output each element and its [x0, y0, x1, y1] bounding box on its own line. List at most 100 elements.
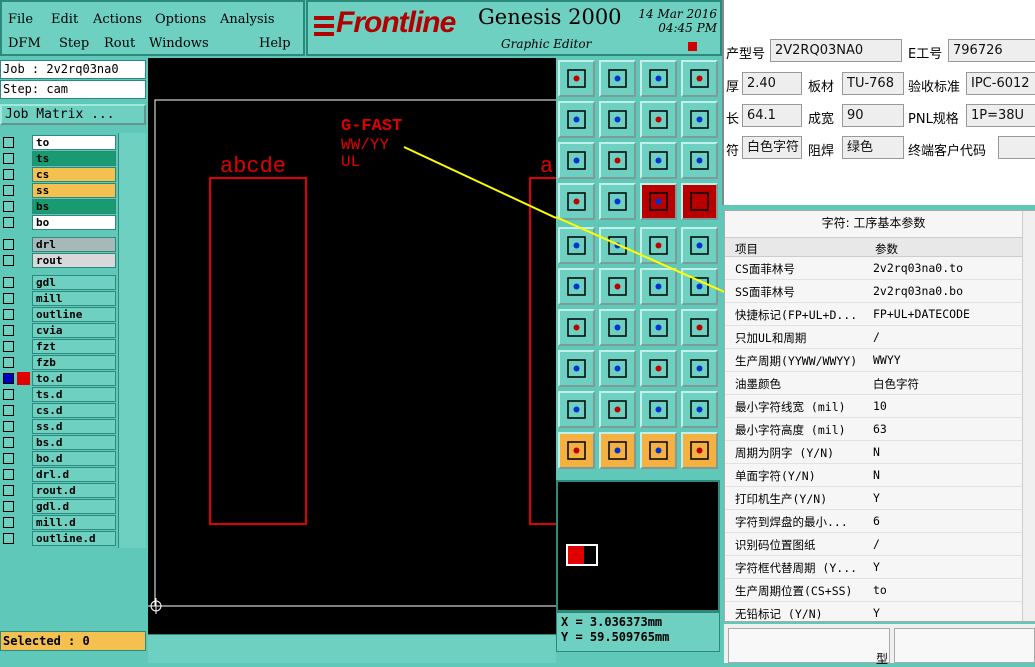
layer-checkbox[interactable]: [3, 501, 14, 512]
layer-name[interactable]: cs: [32, 167, 116, 182]
param-row[interactable]: 快捷标记(FP+UL+D... FP+UL+DATECODE: [725, 303, 1022, 326]
layer-name[interactable]: to.d: [32, 371, 116, 386]
home-icon[interactable]: [640, 60, 677, 97]
triangle-cross-icon[interactable]: [681, 391, 718, 428]
layer-row[interactable]: ss.d: [0, 419, 118, 434]
param-value[interactable]: 2v2rq03na0.to: [873, 261, 1019, 275]
layer-row[interactable]: fzb: [0, 355, 118, 370]
layer-row[interactable]: cs: [0, 167, 118, 182]
param-row[interactable]: 无铅标记 (Y/N) Y: [725, 602, 1022, 625]
menu-file[interactable]: File: [8, 12, 33, 27]
layer-name[interactable]: bo: [32, 215, 116, 230]
field-width[interactable]: 90: [842, 104, 904, 127]
minimap[interactable]: [556, 480, 720, 612]
layer-checkbox[interactable]: [3, 533, 14, 544]
layer-name[interactable]: fzt: [32, 339, 116, 354]
layer-name[interactable]: ts.d: [32, 387, 116, 402]
param-row[interactable]: 打印机生产(Y/N) Y: [725, 487, 1022, 510]
param-value[interactable]: /: [873, 330, 1019, 344]
param-value[interactable]: FP+UL+DATECODE: [873, 307, 1019, 321]
field-customer-code[interactable]: [998, 136, 1035, 159]
param-value[interactable]: Y: [873, 606, 1019, 620]
field-material[interactable]: TU-768: [842, 72, 904, 95]
param-row[interactable]: 最小字符高度 (mil) 63: [725, 418, 1022, 441]
layer-name[interactable]: to: [32, 135, 116, 150]
layer-name[interactable]: cvia: [32, 323, 116, 338]
layer-row[interactable]: gdl.d: [0, 499, 118, 514]
param-value[interactable]: N: [873, 468, 1019, 482]
layer-row[interactable]: gdl: [0, 275, 118, 290]
layer-row[interactable]: bo: [0, 215, 118, 230]
param-value[interactable]: 白色字符: [873, 376, 1019, 392]
minimap-viewport[interactable]: [566, 544, 598, 566]
layer-checkbox[interactable]: [3, 357, 14, 368]
menu-windows[interactable]: Windows: [149, 36, 209, 51]
layer-checkbox[interactable]: [3, 517, 14, 528]
layer-row[interactable]: mill.d: [0, 515, 118, 530]
layer-row[interactable]: fzt: [0, 339, 118, 354]
select-icon[interactable]: [558, 432, 595, 469]
layer-row[interactable]: cs.d: [0, 403, 118, 418]
layer-row[interactable]: ss: [0, 183, 118, 198]
layer-checkbox[interactable]: [3, 239, 14, 250]
layer-row[interactable]: ts.d: [0, 387, 118, 402]
param-row[interactable]: 字符到焊盘的最小... 6: [725, 510, 1022, 533]
menu-actions[interactable]: Actions: [93, 12, 142, 27]
menu-options[interactable]: Options: [155, 12, 206, 27]
layer-checkbox[interactable]: [3, 405, 14, 416]
layer-name[interactable]: fzb: [32, 355, 116, 370]
layer-checkbox[interactable]: [3, 309, 14, 320]
grid-view-icon[interactable]: [681, 60, 718, 97]
graphic-canvas[interactable]: abcde a G-FAST WW/YY UL: [148, 58, 556, 634]
select-box-icon[interactable]: [599, 432, 636, 469]
param-row[interactable]: 油墨颜色 白色字符: [725, 372, 1022, 395]
layer-name[interactable]: ss: [32, 183, 116, 198]
param-row[interactable]: SS面菲林号 2v2rq03na0.bo: [725, 280, 1022, 303]
layer-checkbox[interactable]: [3, 373, 14, 384]
layer-name[interactable]: rout.d: [32, 483, 116, 498]
layer-name[interactable]: bs.d: [32, 435, 116, 450]
layer-checkbox[interactable]: [3, 153, 14, 164]
layer-row[interactable]: to: [0, 135, 118, 150]
layer-row[interactable]: outline: [0, 307, 118, 322]
bottom-field-1[interactable]: [728, 628, 890, 663]
layer-checkbox[interactable]: [3, 485, 14, 496]
select-shape-icon[interactable]: [640, 432, 677, 469]
layer-row[interactable]: to.d: [0, 371, 118, 386]
param-row[interactable]: 生产周期(YYWW/WWYY) WWYY: [725, 349, 1022, 372]
param-row[interactable]: 单面字符(Y/N) N: [725, 464, 1022, 487]
layer-name[interactable]: mill.d: [32, 515, 116, 530]
param-value[interactable]: to: [873, 583, 1019, 597]
layer-name[interactable]: drl: [32, 237, 116, 252]
step-out-icon[interactable]: [599, 101, 636, 138]
field-model[interactable]: 2V2RQ03NA0: [770, 39, 902, 62]
field-char[interactable]: 白色字符: [742, 136, 802, 159]
layer-row[interactable]: rout: [0, 253, 118, 268]
layer-row[interactable]: bo.d: [0, 451, 118, 466]
param-value[interactable]: Y: [873, 560, 1019, 574]
layer-checkbox[interactable]: [3, 185, 14, 196]
layer-checkbox[interactable]: [3, 437, 14, 448]
param-row[interactable]: 最小字符线宽 (mil) 10: [725, 395, 1022, 418]
menu-rout[interactable]: Rout: [104, 36, 135, 51]
triangle-up-icon[interactable]: [599, 391, 636, 428]
layer-row[interactable]: outline.d: [0, 531, 118, 546]
layer-name[interactable]: bs: [32, 199, 116, 214]
layer-checkbox[interactable]: [3, 389, 14, 400]
layer-row[interactable]: drl: [0, 237, 118, 252]
param-value[interactable]: 6: [873, 514, 1019, 528]
param-value[interactable]: 2v2rq03na0.bo: [873, 284, 1019, 298]
param-row[interactable]: 周期为阴字 (Y/N) N: [725, 441, 1022, 464]
triangle-icon[interactable]: [558, 391, 595, 428]
bottom-field-2[interactable]: [894, 628, 1035, 663]
layer-checkbox[interactable]: [3, 293, 14, 304]
field-eno[interactable]: 796726: [948, 39, 1035, 62]
layer-checkbox[interactable]: [3, 469, 14, 480]
layer-row[interactable]: drl.d: [0, 467, 118, 482]
menu-step[interactable]: Step: [59, 36, 89, 51]
layer-row[interactable]: cvia: [0, 323, 118, 338]
pause-icon[interactable]: [688, 42, 697, 51]
layer-name[interactable]: outline: [32, 307, 116, 322]
layer-row[interactable]: bs.d: [0, 435, 118, 450]
triangle-arc-icon[interactable]: [640, 391, 677, 428]
